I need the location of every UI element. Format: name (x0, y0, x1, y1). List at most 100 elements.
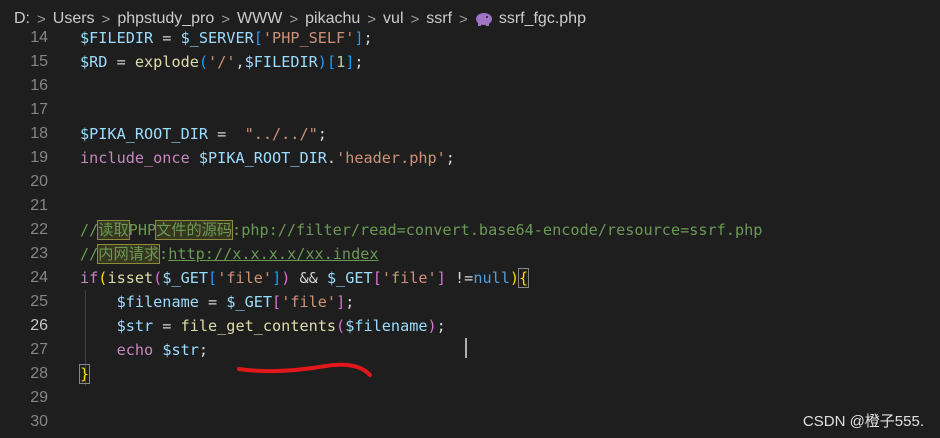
line-number: 26 (30, 317, 48, 334)
code-text: //内网请求:http://x.x.x.x/xx.index (80, 242, 379, 266)
code-token: ] (436, 269, 446, 287)
line-number: 30 (30, 413, 48, 430)
code-token: $_GET (326, 269, 373, 287)
code-line[interactable]: 22 //读取PHP文件的源码:php://filter/read=convert… (0, 218, 940, 242)
line-number: 16 (30, 77, 48, 94)
code-token: PHP (128, 221, 157, 239)
line-number: 19 (30, 149, 48, 166)
line-number: 18 (30, 125, 48, 142)
code-token: ( (153, 269, 163, 287)
code-token: $FILEDIR (80, 29, 154, 47)
code-line[interactable]: 27 echo $str; (0, 338, 940, 362)
code-token: $FILEDIR (244, 53, 318, 71)
code-token: 'file' (281, 293, 337, 311)
code-line[interactable]: 29 (0, 386, 940, 410)
code-text: include_once $PIKA_ROOT_DIR.'header.php'… (80, 146, 455, 170)
code-token: 'PHP_SELF' (262, 29, 355, 47)
code-token: explode (134, 53, 199, 71)
code-token: . (326, 149, 337, 167)
code-token: echo (116, 341, 154, 359)
code-line[interactable]: 15 $RD = explode('/',$FILEDIR)[1]; (0, 50, 940, 74)
code-token: $str (162, 341, 199, 359)
code-token: ) (317, 53, 327, 71)
code-token: $filename (345, 317, 428, 335)
code-line[interactable]: 24 if(isset($_GET['file']) && $_GET['file… (0, 266, 940, 290)
code-token: http://x.x.x.x/xx.index (168, 245, 379, 263)
line-number: 31 (0, 434, 48, 438)
code-token: ) (427, 317, 437, 335)
code-token: "../../" (244, 125, 318, 143)
code-token: null (473, 269, 510, 287)
code-token: [ (272, 293, 282, 311)
code-token: $RD (80, 53, 108, 71)
code-token: file_get_contents (180, 317, 337, 335)
code-token: ( (336, 317, 346, 335)
code-token: ( (198, 53, 209, 71)
chevron-right-icon: > (37, 10, 46, 28)
code-line[interactable]: 14 $FILEDIR = $_SERVER['PHP_SELF']; (0, 26, 940, 50)
code-text: echo $str; (80, 338, 208, 362)
code-line[interactable]: 30 (0, 410, 940, 434)
line-number: 23 (30, 245, 48, 262)
php-elephant-icon (475, 12, 493, 26)
code-token: ; (345, 293, 355, 311)
code-token: ; (354, 53, 364, 71)
code-editor[interactable]: 14 $FILEDIR = $_SERVER['PHP_SELF']; 15 $RD … (0, 26, 940, 438)
code-text: //读取PHP文件的源码:php://filter/read=convert.b… (80, 218, 762, 242)
code-token: $_SERVER (180, 29, 254, 47)
code-line[interactable]: 19 include_once $PIKA_ROOT_DIR.'header.ph… (0, 146, 940, 170)
code-line[interactable]: 21 (0, 194, 940, 218)
chevron-right-icon: > (410, 10, 420, 28)
code-token: '/' (208, 53, 236, 71)
line-number: 21 (30, 197, 48, 214)
code-line[interactable]: 31 (0, 434, 940, 438)
chevron-right-icon: > (367, 10, 377, 28)
code-token: $_GET (226, 293, 273, 311)
line-number: 20 (30, 173, 48, 190)
code-token: && (290, 269, 327, 287)
code-token: ] (354, 29, 364, 47)
line-number: 17 (30, 101, 48, 118)
code-line[interactable]: 17 (0, 98, 940, 122)
code-line[interactable]: 26 $str = file_get_contents($filename); (0, 314, 940, 338)
code-token: 'file' (381, 269, 437, 287)
code-line[interactable]: 16 (0, 74, 940, 98)
code-token: 1 (336, 53, 346, 71)
code-token: ] (336, 293, 346, 311)
code-text: $RD = explode('/',$FILEDIR)[1]; (80, 50, 364, 74)
code-token: , (235, 53, 245, 71)
code-text: $FILEDIR = $_SERVER['PHP_SELF']; (80, 26, 373, 50)
code-token: ) (509, 269, 520, 287)
code-line[interactable]: 20 (0, 170, 940, 194)
code-token: { (518, 268, 530, 288)
code-token: ; (198, 341, 209, 359)
line-number: 29 (30, 389, 48, 406)
line-number: 28 (30, 365, 48, 382)
code-token: // (80, 245, 99, 263)
code-text: $PIKA_ROOT_DIR = "../../"; (80, 122, 327, 146)
code-token: } (78, 364, 91, 384)
code-token: = (208, 125, 245, 143)
code-line[interactable]: 23 //内网请求:http://x.x.x.x/xx.index (0, 242, 940, 266)
code-token: [ (372, 269, 382, 287)
code-token: $PIKA_ROOT_DIR (198, 149, 327, 167)
code-token: = (107, 53, 135, 71)
code-token: ; (317, 125, 327, 143)
chevron-right-icon: > (289, 10, 299, 28)
line-number: 24 (30, 269, 48, 286)
line-number: 15 (30, 53, 48, 70)
code-token: // (80, 221, 99, 239)
chevron-right-icon: > (459, 10, 468, 28)
code-line[interactable]: 25 $filename = $_GET['file']; (0, 290, 940, 314)
watermark: CSDN @橙子555. (802, 413, 924, 430)
code-token: ; (445, 149, 455, 167)
code-line[interactable]: 18 $PIKA_ROOT_DIR = "../../"; (0, 122, 940, 146)
code-line[interactable]: 28} (0, 362, 940, 386)
code-token: ; (436, 317, 446, 335)
code-text: $str = file_get_contents($filename); (80, 314, 446, 338)
